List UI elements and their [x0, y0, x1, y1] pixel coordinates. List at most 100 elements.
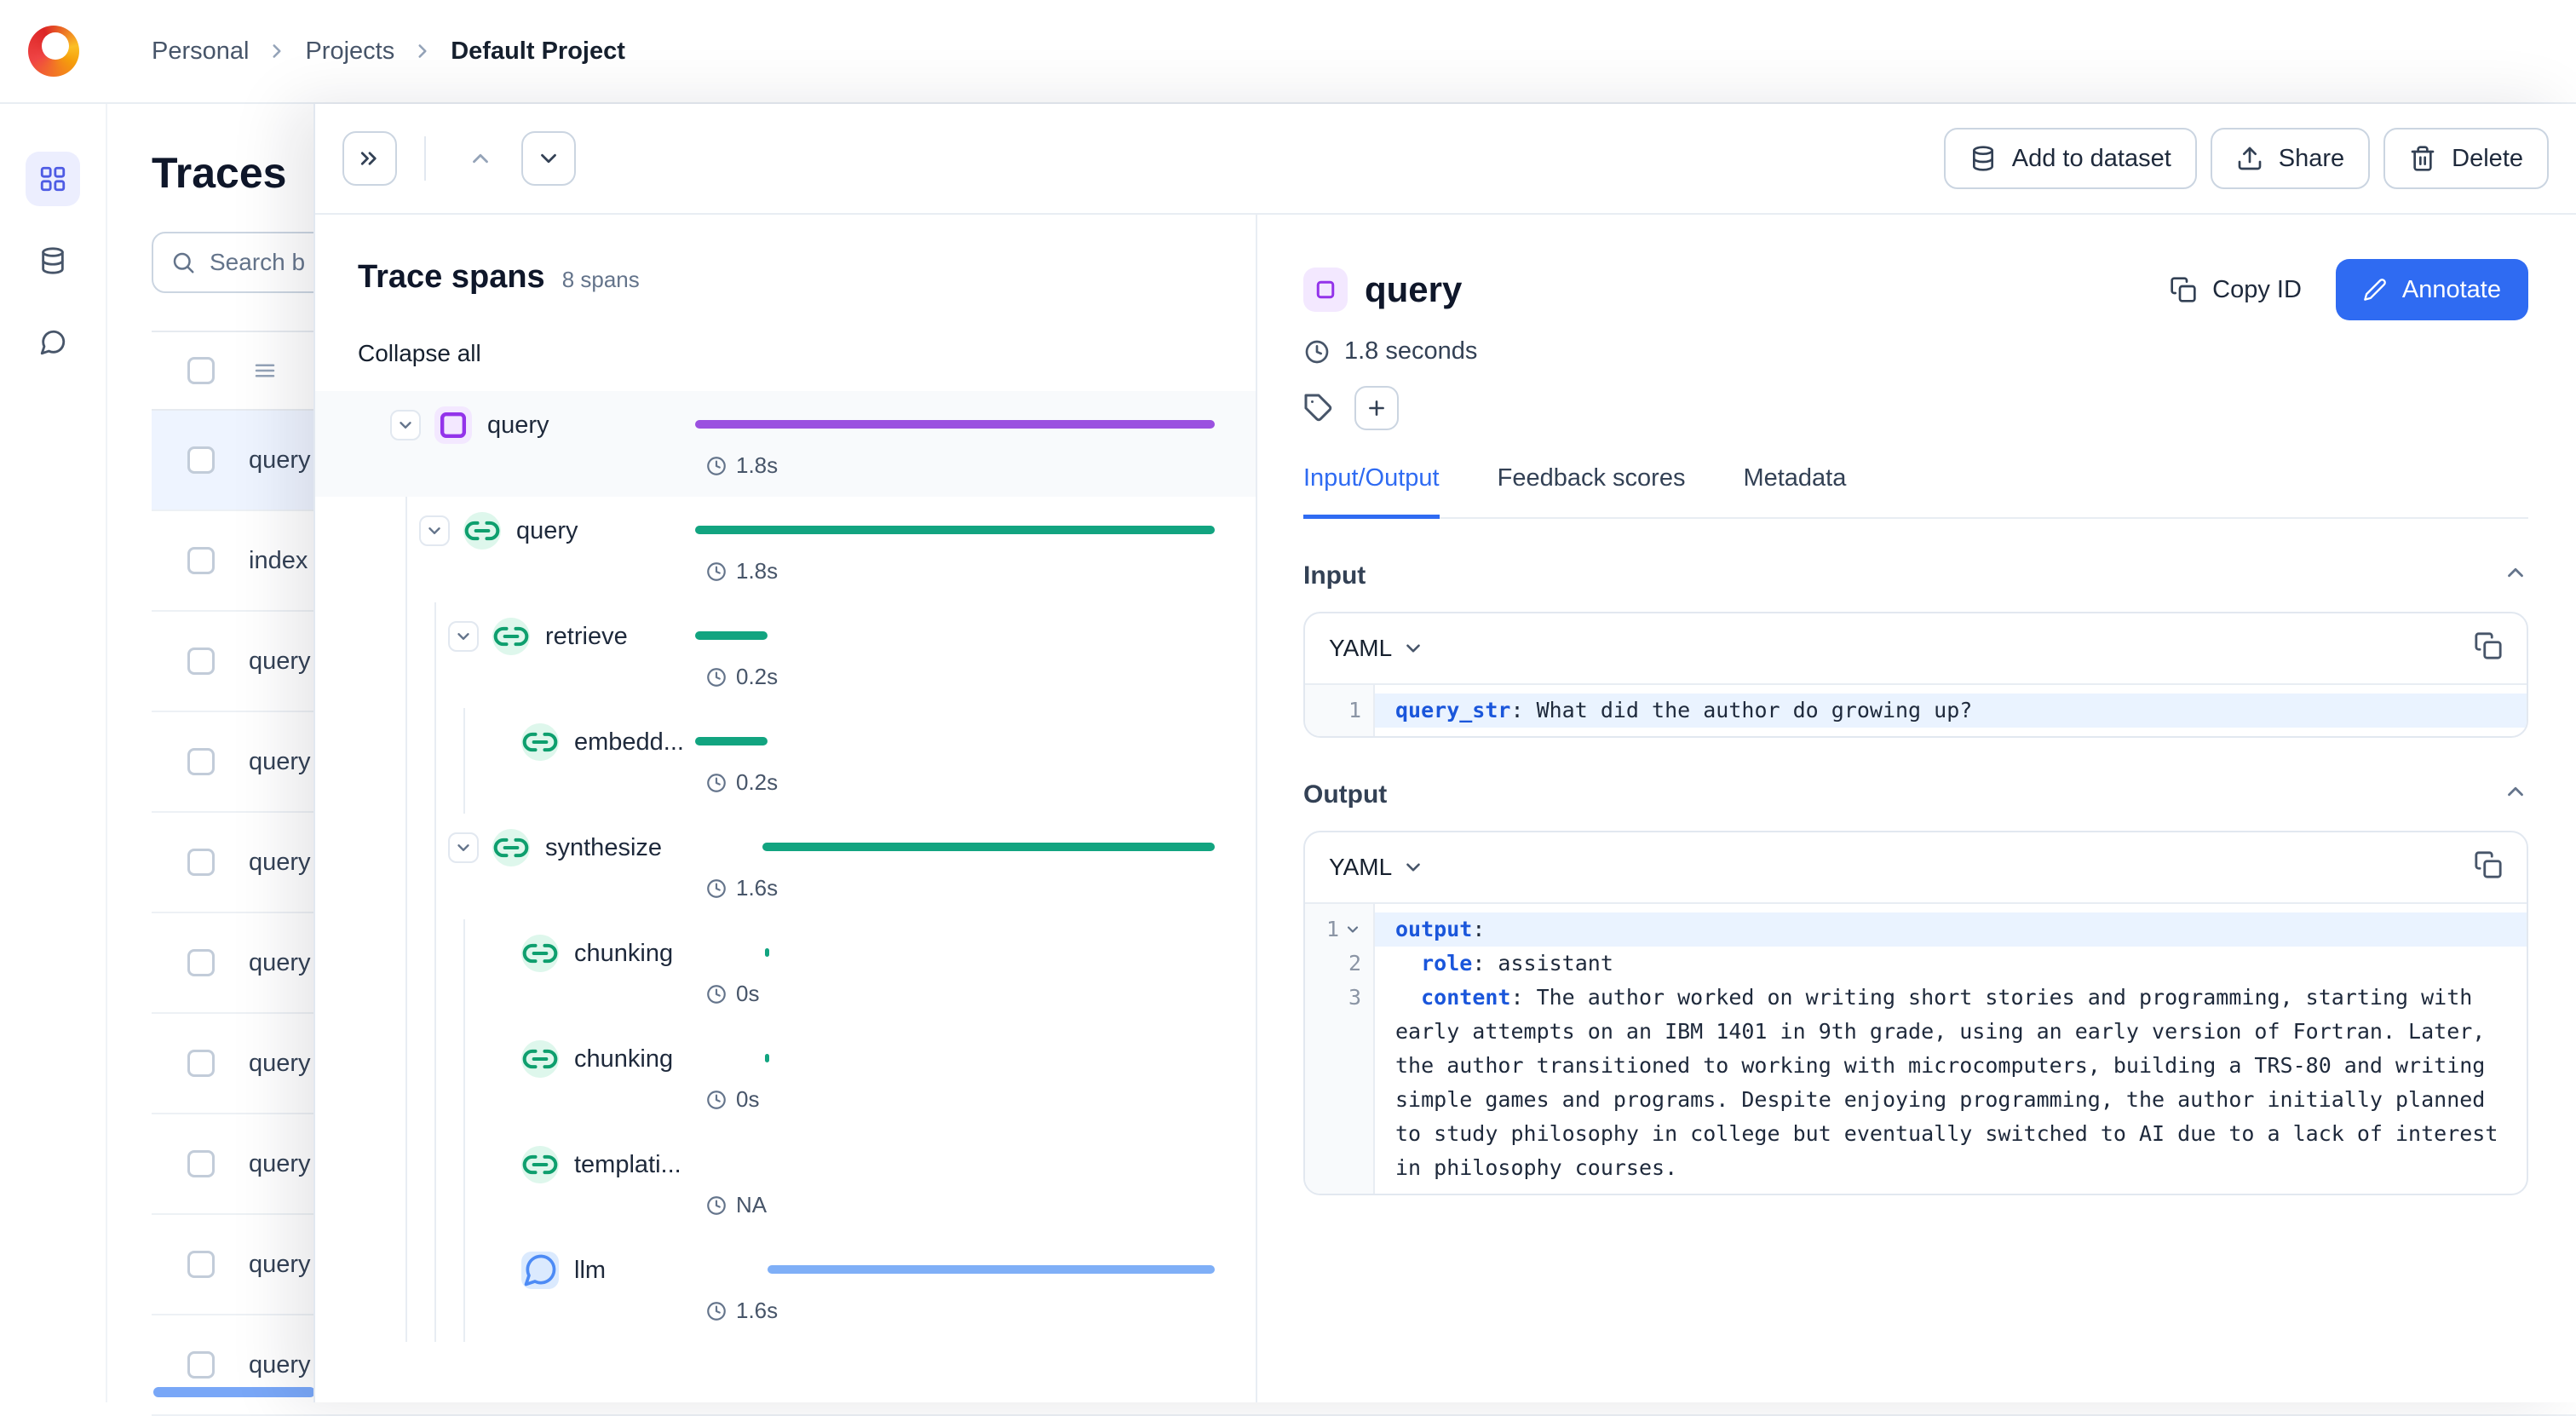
yaml-value: : The author worked on writing short sto… [1395, 985, 2511, 1180]
span-toggle-button[interactable] [448, 832, 479, 863]
span-duration: 1.8s [705, 558, 778, 584]
chevron-up-icon [468, 146, 493, 171]
span-type-link-icon [521, 723, 559, 761]
collapse-output-button[interactable] [2503, 779, 2528, 810]
add-tag-button[interactable] [1354, 386, 1399, 430]
input-format-select[interactable]: YAML [1329, 635, 1424, 662]
select-all-checkbox[interactable] [187, 357, 215, 384]
span-duration-value: 0.2s [736, 664, 779, 689]
copy-id-button[interactable]: Copy ID [2170, 276, 2302, 304]
collapse-input-button[interactable] [2503, 560, 2528, 591]
row-name: query [249, 848, 311, 876]
row-checkbox[interactable] [187, 1150, 215, 1177]
span-toggle-button[interactable] [419, 515, 450, 546]
annotate-button[interactable]: Annotate [2335, 259, 2528, 320]
dataset-icon [1969, 145, 1997, 172]
clock-icon [705, 983, 727, 1005]
row-name: query [249, 747, 311, 775]
top-bar: Personal Projects Default Project [0, 0, 2576, 104]
row-checkbox[interactable] [187, 547, 215, 574]
span-toggle-button[interactable] [390, 410, 421, 440]
clock-icon [1303, 338, 1331, 366]
clock-icon [705, 666, 727, 688]
span-name: embedd... [574, 728, 684, 756]
row-checkbox[interactable] [187, 446, 215, 474]
breadcrumb-personal[interactable]: Personal [152, 37, 249, 66]
close-panel-button[interactable] [342, 131, 397, 186]
row-name: query [249, 1149, 311, 1177]
span-type-link-icon [492, 618, 530, 655]
output-codebox: YAML 1 output: 2 role: assistant 3 content:… [1303, 831, 2528, 1195]
span-detail-panel: query Copy ID Annotate 1.8 seconds Input… [1257, 215, 2576, 1402]
code-line: 1 query_str: What did the author do growi… [1305, 694, 2527, 728]
span-row[interactable]: embedd... 0.2s [315, 708, 1256, 814]
add-to-dataset-button[interactable]: Add to dataset [1943, 128, 2197, 189]
copy-icon [2170, 276, 2197, 303]
row-checkbox[interactable] [187, 1351, 215, 1379]
left-rail [0, 104, 107, 1402]
rail-item-datasets[interactable] [26, 233, 80, 288]
output-format-select[interactable]: YAML [1329, 854, 1424, 881]
column-menu-icon[interactable] [252, 358, 278, 383]
span-duration-value: NA [736, 1192, 768, 1217]
span-row[interactable]: templati... NA [315, 1131, 1256, 1236]
span-type-chat-icon [521, 1252, 559, 1289]
span-row[interactable]: synthesize 1.6s [315, 814, 1256, 919]
span-duration: NA [705, 1192, 767, 1218]
copy-output-button[interactable] [2474, 850, 2503, 885]
span-row[interactable]: chunking 0s [315, 1025, 1256, 1131]
rail-item-feedback[interactable] [26, 315, 80, 370]
span-row[interactable]: llm 1.6s [315, 1236, 1256, 1342]
tab-feedback-scores[interactable]: Feedback scores [1498, 464, 1686, 519]
breadcrumb-projects[interactable]: Projects [305, 37, 394, 66]
output-code: 1 output: 2 role: assistant 3 content: The … [1305, 904, 2527, 1194]
span-name: query [516, 516, 578, 544]
clock-icon [705, 1194, 727, 1217]
tab-metadata[interactable]: Metadata [1743, 464, 1846, 519]
yaml-key: role [1421, 951, 1473, 976]
tab-input-output[interactable]: Input/Output [1303, 464, 1440, 519]
row-name: query [249, 948, 311, 976]
share-label: Share [2278, 144, 2345, 172]
span-row[interactable]: query 1.8s [315, 497, 1256, 602]
span-row[interactable]: retrieve 0.2s [315, 602, 1256, 708]
span-duration-value: 1.8s [736, 452, 779, 478]
share-button[interactable]: Share [2210, 128, 2371, 189]
input-section-title: Input [1303, 561, 1366, 590]
database-icon [38, 246, 67, 275]
yaml-key: content [1421, 985, 1511, 1010]
horizontal-scrollbar-thumb[interactable] [153, 1387, 315, 1397]
row-checkbox[interactable] [187, 648, 215, 675]
copy-id-label: Copy ID [2212, 275, 2302, 303]
span-type-link-icon [521, 1040, 559, 1078]
span-row[interactable]: chunking 0s [315, 919, 1256, 1025]
copy-icon [2474, 850, 2503, 879]
span-name: chunking [574, 1045, 674, 1073]
rail-item-projects[interactable] [26, 152, 80, 206]
span-toggle-button[interactable] [448, 621, 479, 652]
plus-icon [1366, 397, 1388, 419]
row-checkbox[interactable] [187, 849, 215, 876]
row-name: query [249, 446, 311, 474]
row-name: query [249, 1250, 311, 1278]
span-row[interactable]: query 1.8s [315, 391, 1256, 497]
clock-icon [705, 561, 727, 583]
delete-label: Delete [2452, 144, 2523, 172]
line-number: 1 [1305, 912, 1375, 947]
app-logo[interactable] [0, 26, 107, 77]
chevron-up-icon [2503, 560, 2528, 585]
row-checkbox[interactable] [187, 748, 215, 775]
code-line: 2 role: assistant [1305, 947, 2527, 981]
delete-button[interactable]: Delete [2383, 128, 2549, 189]
row-checkbox[interactable] [187, 1050, 215, 1077]
previous-trace-button[interactable] [453, 131, 508, 186]
copy-input-button[interactable] [2474, 631, 2503, 666]
row-checkbox[interactable] [187, 949, 215, 976]
row-name: query [249, 647, 311, 675]
row-checkbox[interactable] [187, 1251, 215, 1278]
collapse-all-button[interactable]: Collapse all [358, 340, 481, 367]
chevron-down-icon [425, 521, 444, 540]
yaml-key: output [1395, 917, 1473, 941]
chat-icon [38, 328, 67, 357]
next-trace-button[interactable] [521, 131, 576, 186]
